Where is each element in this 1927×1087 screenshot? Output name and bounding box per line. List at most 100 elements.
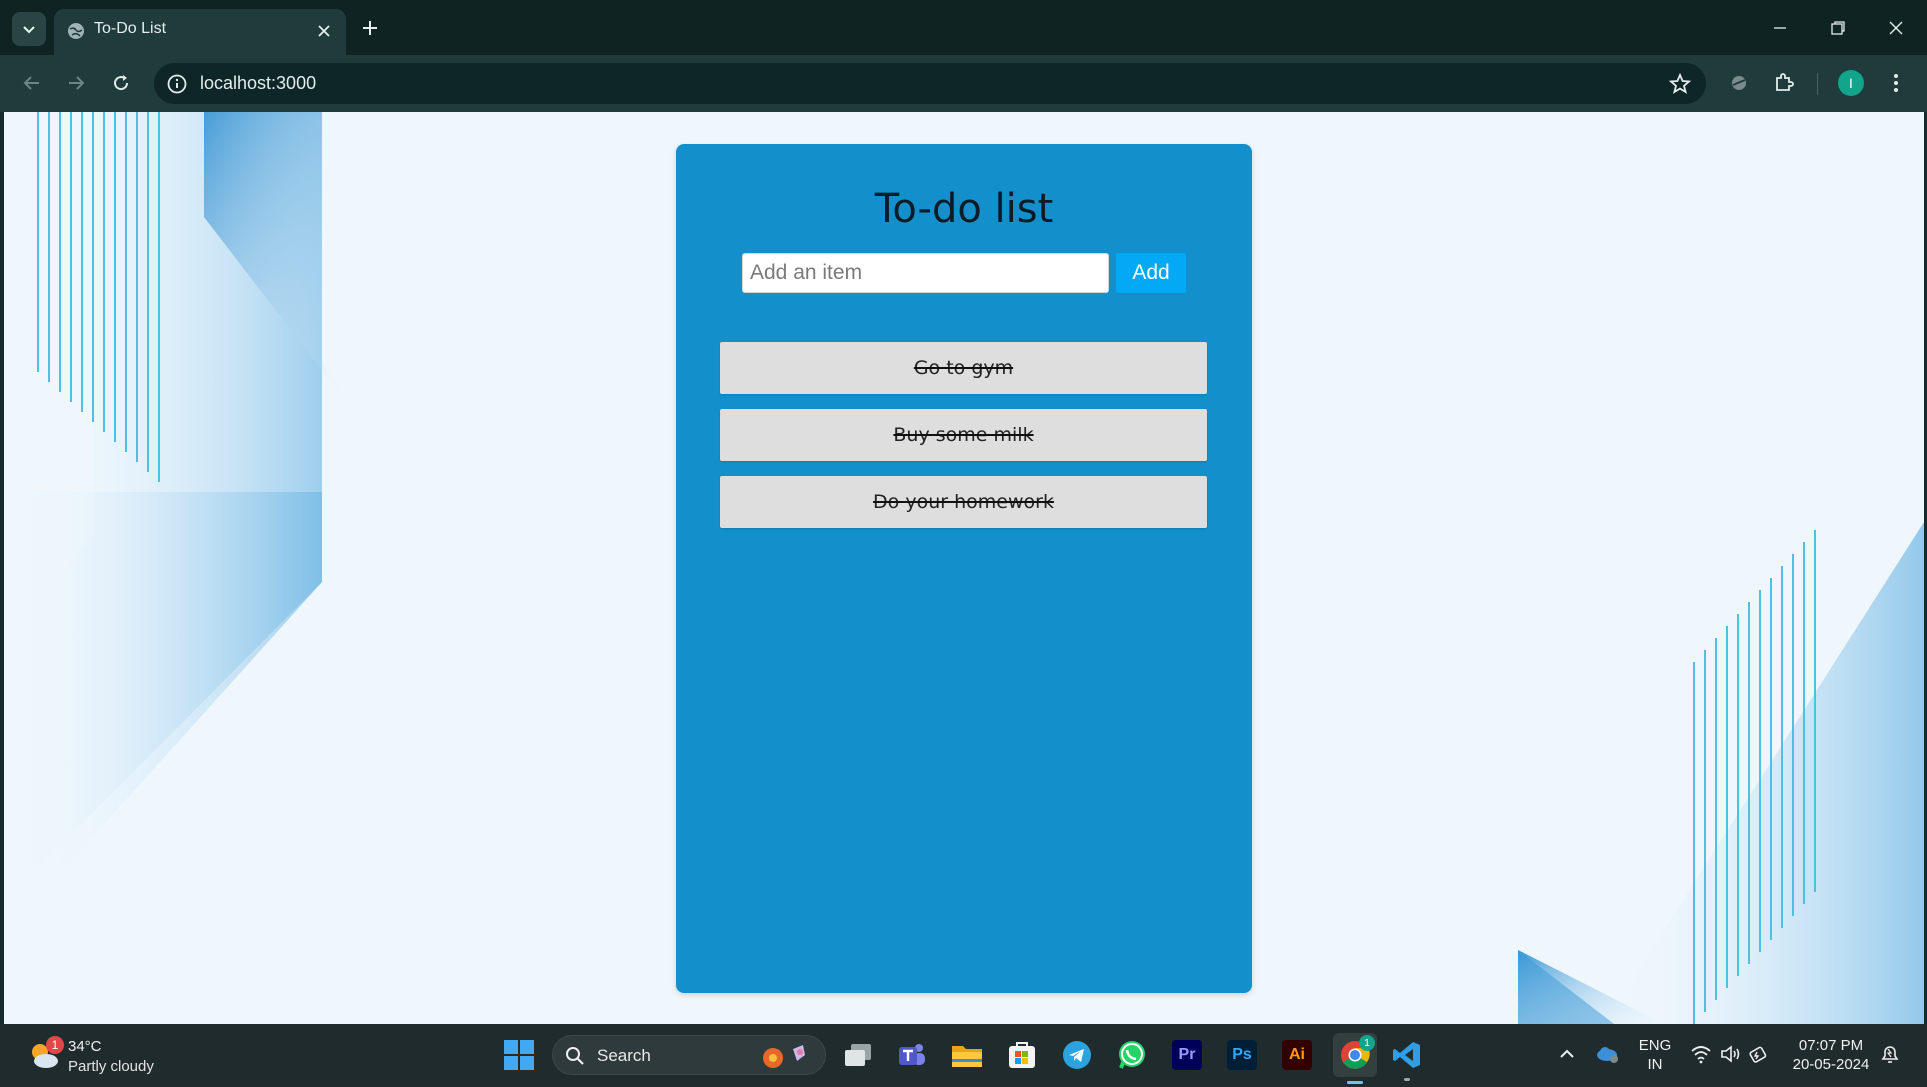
wifi-icon (1691, 1046, 1711, 1064)
close-icon (1889, 21, 1903, 35)
search-icon (566, 1047, 584, 1065)
extensions-button[interactable] (1770, 69, 1798, 97)
reload-button[interactable] (103, 65, 139, 101)
illustrator-button[interactable]: Ai (1278, 1036, 1316, 1074)
illustrator-icon: Ai (1282, 1040, 1312, 1070)
page-title: To-do list (874, 186, 1054, 232)
profile-avatar[interactable]: I (1838, 70, 1864, 96)
add-button[interactable]: Add (1116, 253, 1186, 293)
address-bar[interactable]: localhost:3000 (154, 63, 1706, 104)
taskbar: 1 34°C Partly cloudy Search Pr Ps Ai 1 E… (0, 1024, 1927, 1087)
premiere-pro-button[interactable]: Pr (1168, 1036, 1206, 1074)
browser-tab[interactable]: To-Do List (54, 9, 346, 55)
running-indicator (1404, 1078, 1410, 1081)
telegram-icon (1063, 1041, 1091, 1069)
windows-logo-tile (520, 1056, 534, 1070)
region-code: IN (1647, 1056, 1663, 1073)
arrow-right-icon (69, 76, 85, 90)
reload-icon (114, 75, 129, 91)
vscode-button[interactable] (1388, 1036, 1426, 1081)
weather-widget[interactable]: 1 34°C Partly cloudy (24, 1034, 184, 1078)
todo-item[interactable]: Go to gym (720, 342, 1207, 394)
taskbar-search[interactable]: Search (552, 1035, 826, 1075)
file-explorer-button[interactable] (948, 1036, 986, 1074)
forward-button[interactable] (58, 65, 94, 101)
windows-logo-tile (520, 1040, 534, 1054)
arrow-left-icon (23, 76, 39, 90)
store-icon (1009, 1042, 1035, 1068)
start-button[interactable] (504, 1040, 534, 1070)
battery-icon (1749, 1046, 1767, 1063)
close-icon (318, 25, 330, 37)
notification-icon (1881, 1046, 1899, 1063)
search-highlight-icon (763, 1045, 805, 1068)
tab-search-button[interactable] (12, 12, 46, 46)
extension-icon[interactable] (1725, 69, 1753, 97)
weather-condition: Partly cloudy (68, 1058, 154, 1075)
minimize-button[interactable] (1756, 8, 1804, 48)
todo-item[interactable]: Do your homework (720, 476, 1207, 528)
teams-button[interactable] (893, 1036, 931, 1074)
info-icon[interactable] (166, 73, 188, 95)
weather-temp: 34°C (68, 1038, 102, 1055)
windows-logo-tile (504, 1056, 518, 1070)
quick-settings-button[interactable] (1690, 1042, 1780, 1066)
microsoft-store-button[interactable] (1003, 1036, 1041, 1074)
todo-item[interactable]: Buy some milk (720, 409, 1207, 461)
close-window-button[interactable] (1872, 8, 1920, 48)
notifications-button[interactable] (1878, 1042, 1902, 1066)
chevron-up-icon (1560, 1049, 1574, 1058)
menu-button[interactable] (1882, 69, 1910, 97)
photoshop-icon: Ps (1227, 1040, 1257, 1070)
premiere-pro-icon: Pr (1172, 1040, 1202, 1070)
minimize-icon (1774, 27, 1786, 29)
volume-icon (1721, 1045, 1740, 1063)
windows-logo-tile (504, 1040, 518, 1054)
chevron-down-icon (23, 26, 35, 34)
todo-list: Go to gym Buy some milk Do your homework (720, 342, 1207, 543)
globe-icon (68, 23, 84, 39)
new-tab-button[interactable] (356, 14, 384, 42)
folder-icon (952, 1046, 982, 1067)
right-decoration (1518, 522, 1924, 1024)
search-label: Search (597, 1046, 651, 1065)
active-indicator (1347, 1081, 1363, 1084)
clock-date: 20-05-2024 (1792, 1056, 1870, 1073)
teams-icon (899, 1044, 925, 1065)
ball-icon (1732, 76, 1746, 90)
puzzle-icon (1776, 73, 1794, 91)
show-hidden-icons-button[interactable] (1555, 1042, 1579, 1066)
whatsapp-button[interactable] (1113, 1036, 1151, 1074)
page-viewport: To-do list Add Go to gym Buy some milk D… (4, 112, 1924, 1024)
telegram-button[interactable] (1058, 1036, 1096, 1074)
tab-close-button[interactable] (312, 19, 336, 43)
photoshop-button[interactable]: Ps (1223, 1036, 1261, 1074)
todo-card: To-do list Add Go to gym Buy some milk D… (676, 144, 1252, 993)
whatsapp-icon (1119, 1041, 1145, 1069)
add-item-input[interactable] (742, 253, 1109, 293)
toolbar-divider (1817, 73, 1818, 95)
chrome-button[interactable]: 1 (1333, 1033, 1377, 1084)
left-decoration (4, 112, 354, 902)
clock[interactable]: 07:07 PM 20-05-2024 (1786, 1036, 1876, 1074)
clock-time: 07:07 PM (1798, 1037, 1864, 1054)
language-code: ENG (1638, 1037, 1672, 1054)
star-icon[interactable] (1668, 72, 1692, 96)
weather-badge: 1 (46, 1036, 64, 1054)
task-view-button[interactable] (839, 1036, 877, 1074)
browser-toolbar: localhost:3000 I (0, 55, 1927, 112)
more-vertical-icon (1894, 74, 1898, 92)
tab-bar: To-Do List (0, 0, 1927, 55)
chrome-badge: 1 (1359, 1035, 1375, 1051)
tab-title: To-Do List (94, 20, 167, 37)
vscode-icon (1393, 1042, 1420, 1068)
task-view-icon (845, 1044, 871, 1066)
restore-button[interactable] (1814, 8, 1862, 48)
plus-icon (363, 21, 377, 35)
language-indicator[interactable]: ENG IN (1636, 1036, 1674, 1074)
url-text: localhost:3000 (200, 73, 317, 93)
onedrive-button[interactable] (1594, 1042, 1620, 1066)
restore-icon (1831, 21, 1845, 35)
cloud-icon (1597, 1047, 1618, 1063)
back-button[interactable] (14, 65, 50, 101)
